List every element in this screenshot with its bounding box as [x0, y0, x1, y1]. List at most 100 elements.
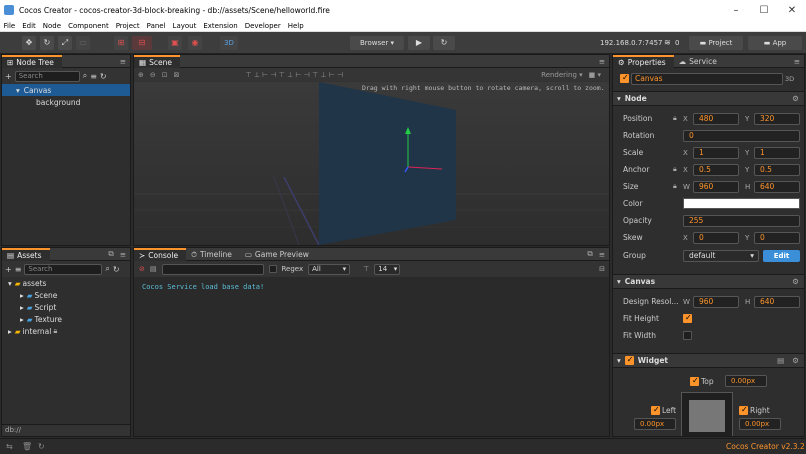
trash-icon[interactable]: 🗑︎	[22, 442, 32, 451]
asset-item-assets[interactable]: ▾ ▰ assets	[2, 277, 130, 289]
menu-extension[interactable]: Extension	[200, 22, 241, 30]
font-size-select[interactable]: 14 ▾	[374, 263, 401, 275]
widget-left-input[interactable]: 0.00px	[634, 418, 676, 430]
widget-right-input[interactable]: 0.00px	[739, 418, 781, 430]
design-w-input[interactable]: 960	[693, 295, 739, 308]
zoom-in-icon[interactable]: ⊕	[138, 71, 144, 79]
scene-viewport[interactable]: Drag with right mouse button to rotate c…	[134, 82, 609, 245]
add-asset-icon[interactable]: +	[5, 265, 12, 274]
sort-icon[interactable]: ≡	[15, 265, 22, 274]
asset-item-internal[interactable]: ▸ ▰ internal 🔒︎	[2, 325, 130, 337]
menu-layout[interactable]: Layout	[169, 22, 200, 30]
anchor-y-input[interactable]: 0.5	[754, 163, 800, 176]
gear-icon[interactable]: ⚙	[792, 356, 799, 365]
canvas-section[interactable]: ▾ Canvas ⚙	[613, 274, 804, 289]
project-button[interactable]: ▬ Project	[689, 36, 743, 50]
node-section[interactable]: ▾ Node ⚙	[613, 91, 804, 106]
level-select[interactable]: All ▾	[308, 263, 351, 275]
refresh-button[interactable]: ↻	[433, 36, 455, 50]
widget-enabled-checkbox[interactable]	[624, 355, 634, 365]
move-tool-icon[interactable]: ✥	[22, 36, 36, 50]
search-icon[interactable]: ⌕	[83, 71, 87, 81]
node-search-input[interactable]: Search	[14, 70, 80, 82]
align-icon[interactable]: ⊤ ⊥ ⊢ ⊣ ⊤ ⊥ ⊢ ⊣ ⊤ ⊥ ⊢ ⊣	[246, 71, 344, 79]
fit-height-checkbox[interactable]	[683, 313, 692, 323]
local-global-icon[interactable]: ⊟	[132, 36, 152, 50]
rendering-select[interactable]: Rendering ▾	[541, 71, 583, 79]
tree-item-canvas[interactable]: ▾ Canvas	[2, 84, 130, 96]
fit-width-checkbox[interactable]	[683, 331, 692, 340]
asset-search-input[interactable]: Search	[24, 263, 103, 275]
minimize-button[interactable]: –	[722, 5, 750, 16]
menu-panel[interactable]: Panel	[143, 22, 169, 30]
panel-menu-icon[interactable]: ≡	[599, 57, 605, 66]
edit-group-button[interactable]: Edit	[763, 250, 800, 262]
tab-node-tree[interactable]: ⊞ Node Tree	[2, 54, 62, 68]
skew-y-input[interactable]: 0	[754, 231, 800, 244]
sort-icon[interactable]: ≡	[90, 72, 97, 81]
group-select[interactable]: default ▾	[683, 249, 759, 262]
refresh-icon[interactable]: ↻	[100, 72, 107, 81]
menu-component[interactable]: Component	[65, 22, 113, 30]
play-button[interactable]: ▶	[408, 36, 430, 50]
menu-developer[interactable]: Developer	[241, 22, 284, 30]
position-y-input[interactable]: 320	[754, 112, 800, 125]
add-node-icon[interactable]: +	[5, 72, 12, 81]
panel-menu-icon[interactable]: ≡	[120, 250, 126, 259]
tab-game-preview[interactable]: ▭ Game Preview	[240, 248, 317, 261]
panel-menu-icon[interactable]: ≡	[794, 57, 800, 66]
refresh-icon[interactable]: ↻	[113, 265, 120, 274]
tab-assets[interactable]: ▤ Assets	[2, 247, 50, 261]
widget-top-input[interactable]: 0.00px	[725, 375, 767, 387]
collapse-icon[interactable]: ⊟	[599, 265, 605, 273]
asset-item-texture[interactable]: ▸ ▰ Texture	[2, 313, 130, 325]
camera-select[interactable]: ■ ▾	[589, 71, 601, 79]
maximize-button[interactable]: ☐	[750, 5, 778, 16]
menu-edit[interactable]: Edit	[19, 22, 40, 30]
gizmo-icon[interactable]: ◉	[188, 36, 202, 50]
search-icon[interactable]: ⌕	[105, 264, 109, 274]
tab-properties[interactable]: ⚙ Properties	[613, 55, 674, 68]
gear-icon[interactable]: ⚙	[792, 277, 799, 286]
fit-icon[interactable]: ⊡	[162, 71, 168, 79]
pivot-icon[interactable]: ⊞	[114, 36, 128, 50]
scale-x-input[interactable]: 1	[693, 146, 739, 159]
browser-select[interactable]: Browser ▾	[350, 36, 404, 50]
tab-service[interactable]: ☁ Service	[674, 55, 725, 68]
size-w-input[interactable]: 960	[693, 180, 739, 193]
zoom-out-icon[interactable]: ⊖	[150, 71, 156, 79]
panel-menu-icon[interactable]: ≡	[120, 57, 126, 66]
close-button[interactable]: ✕	[778, 5, 806, 16]
widget-section[interactable]: ▾ Widget ▤ ⚙	[613, 353, 804, 368]
menu-help[interactable]: Help	[284, 22, 307, 30]
menu-node[interactable]: Node	[39, 22, 64, 30]
open-log-icon[interactable]: ⧉	[587, 249, 592, 259]
tab-console[interactable]: ≻ Console	[134, 247, 187, 261]
scale-y-input[interactable]: 1	[754, 146, 800, 159]
scale-tool-icon[interactable]: ⤢	[58, 36, 72, 50]
node-active-checkbox[interactable]	[620, 73, 629, 83]
clear-icon[interactable]: ⊘	[139, 265, 145, 273]
panel-menu-icon[interactable]: ≡	[599, 250, 605, 259]
open-folder-icon[interactable]: ⧉	[108, 249, 113, 259]
asset-item-scene[interactable]: ▸ ▰ Scene	[2, 289, 130, 301]
tab-scene[interactable]: ▦ Scene	[134, 54, 180, 68]
gear-icon[interactable]: ⚙	[792, 94, 799, 103]
widget-top-checkbox[interactable]	[690, 376, 699, 386]
network-icon[interactable]: ⇆	[6, 442, 13, 451]
snap-icon[interactable]: ▣	[168, 36, 182, 50]
tab-timeline[interactable]: ⏱ Timeline	[186, 248, 240, 261]
widget-left-checkbox[interactable]	[651, 405, 660, 415]
lock-icon[interactable]: 🔒︎	[673, 114, 677, 123]
size-h-input[interactable]: 640	[754, 180, 800, 193]
regex-checkbox[interactable]	[268, 265, 277, 273]
position-x-input[interactable]: 480	[693, 112, 739, 125]
app-button[interactable]: ▬ App	[748, 36, 802, 50]
tree-item-background[interactable]: background	[2, 96, 130, 108]
skew-x-input[interactable]: 0	[693, 231, 739, 244]
3d-toggle[interactable]: 3D	[220, 36, 238, 50]
reset-icon[interactable]: ⊠	[174, 71, 180, 79]
rotate-tool-icon[interactable]: ↻	[40, 36, 54, 50]
copy-icon[interactable]: ▤	[150, 265, 157, 273]
sync-icon[interactable]: ↻	[38, 442, 45, 451]
